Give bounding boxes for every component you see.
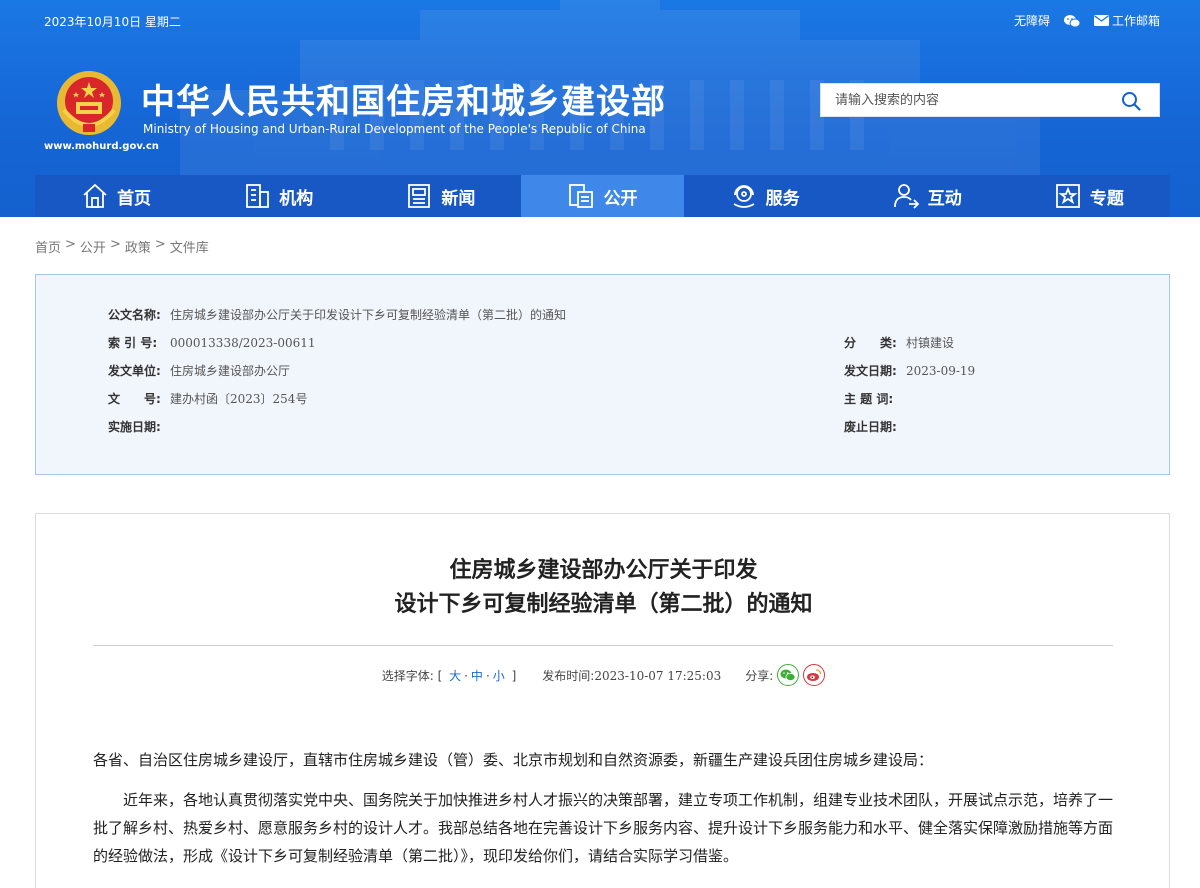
font-size-selector: 选择字体: [ 大 · 中 · 小 ]: [382, 667, 517, 684]
interaction-icon: [893, 184, 920, 209]
info-expire-date: 废止日期:: [844, 418, 906, 435]
nav-label: 新闻: [441, 188, 476, 209]
article-body: 各省、自治区住房城乡建设厅，直辖市住房城乡建设（管）委、北京市规划和自然资源委，…: [93, 746, 1115, 882]
nav-label: 公开: [603, 188, 638, 209]
info-issuer: 发文单位: 住房城乡建设部办公厅: [108, 362, 290, 379]
share-label: 分享:: [745, 668, 774, 683]
nav-label: 服务: [765, 188, 800, 209]
font-size-label: 选择字体:: [381, 668, 434, 683]
search-input[interactable]: [821, 84, 1101, 116]
news-icon: [408, 184, 431, 208]
wechat-icon[interactable]: [1063, 14, 1080, 28]
breadcrumb-policy[interactable]: 政策: [125, 237, 151, 256]
site-subtitle: Ministry of Housing and Urban-Rural Deve…: [143, 122, 646, 136]
breadcrumb-separator: >: [109, 237, 121, 252]
nav-item-service[interactable]: 服务: [684, 175, 846, 217]
nav-label: 专题: [1089, 188, 1124, 209]
breadcrumb-separator: >: [65, 237, 76, 252]
share-wechat-icon[interactable]: [777, 664, 800, 686]
nav-item-home[interactable]: 首页: [35, 175, 197, 217]
nav-item-interaction[interactable]: 互动: [846, 175, 1008, 217]
nav-item-disclosure[interactable]: 公开: [521, 175, 684, 217]
breadcrumb-separator: >: [154, 237, 166, 252]
info-category: 分 类: 村镇建设: [844, 334, 954, 351]
disclosure-icon: [569, 184, 594, 208]
info-label: 主 题 词:: [844, 392, 894, 406]
article-title-line1: 住房城乡建设部办公厅关于印发: [449, 558, 758, 583]
article-meta: 选择字体: [ 大 · 中 · 小 ] 发布时间:2023-10-07 17:25:03…: [36, 664, 1171, 686]
nav-label: 互动: [927, 188, 962, 209]
info-value: 住房城乡建设部办公厅: [170, 364, 291, 378]
nav-item-organization[interactable]: 机构: [197, 175, 359, 217]
breadcrumb-file-library[interactable]: 文件库: [170, 237, 209, 256]
info-doc-name: 公文名称: 住房城乡建设部办公厅关于印发设计下乡可复制经验清单（第二批）的通知: [108, 306, 566, 323]
nav-label: 机构: [279, 188, 314, 209]
accessibility-link[interactable]: 无障碍: [1014, 12, 1050, 29]
article-paragraph: 近年来，各地认真贯彻落实党中央、国务院关于加快推进乡村人才振兴的决策部署，建立专…: [93, 791, 1114, 865]
info-label: 公文名称:: [108, 308, 161, 322]
nav-label: 首页: [117, 188, 152, 209]
article-title-line2: 设计下乡可复制经验清单（第二批）的通知: [394, 592, 813, 617]
font-bracket-close: ]: [511, 668, 517, 683]
font-separator: ·: [485, 668, 490, 683]
info-effective-date: 实施日期:: [108, 418, 170, 435]
info-label: 发文单位:: [108, 364, 161, 378]
service-icon: [733, 185, 755, 208]
site-url: www.mohurd.gov.cn: [44, 141, 159, 152]
info-label: 实施日期:: [108, 420, 161, 434]
work-mail-link[interactable]: 工作邮箱: [1093, 12, 1160, 29]
current-date: 2023年10月10日 星期二: [44, 15, 181, 29]
title-divider: [93, 645, 1113, 646]
mail-icon: [1093, 15, 1109, 26]
home-icon: [83, 183, 107, 208]
search-box: [820, 83, 1160, 117]
nav-item-news[interactable]: 新闻: [359, 175, 521, 217]
main-nav: 首页 机构 新闻 公开 服务 互动 专题: [35, 175, 1170, 217]
building-icon: [246, 184, 270, 208]
breadcrumb: 首页 > 公开 > 政策 > 文件库: [35, 237, 209, 256]
info-label: 发文日期:: [844, 364, 897, 378]
info-doc-number: 文 号: 建办村函〔2023〕254号: [108, 390, 307, 407]
article-paragraph: 各省、自治区住房城乡建设厅，直辖市住房城乡建设（管）委、北京市规划和自然资源委，…: [93, 751, 934, 769]
publish-time: 2023-10-07 17:25:03: [594, 668, 722, 683]
top-bar: 2023年10月10日 星期二 无障碍 工作邮箱: [0, 0, 1200, 40]
font-medium-button[interactable]: 中: [471, 669, 483, 683]
info-value: 建办村函〔2023〕254号: [170, 392, 308, 406]
font-separator: ·: [464, 668, 468, 683]
info-value: 2023-09-19: [906, 363, 976, 378]
work-mail-label: 工作邮箱: [1111, 14, 1160, 28]
publish-label: 发布时间:: [542, 668, 595, 683]
info-value: 住房城乡建设部办公厅关于印发设计下乡可复制经验清单（第二批）的通知: [170, 308, 567, 322]
font-large-button[interactable]: 大: [449, 669, 461, 683]
info-index: 索 引 号: 000013338/2023-00611: [108, 334, 316, 351]
info-value: 000013338/2023-00611: [170, 335, 316, 350]
font-small-button[interactable]: 小: [493, 669, 505, 683]
search-icon[interactable]: [1121, 91, 1141, 111]
document-info-box: 公文名称: 住房城乡建设部办公厅关于印发设计下乡可复制经验清单（第二批）的通知 …: [35, 274, 1170, 475]
national-emblem-icon: [57, 71, 121, 135]
info-label: 文 号:: [108, 392, 161, 406]
info-label: 分 类:: [844, 336, 897, 350]
info-issue-date: 发文日期: 2023-09-19: [844, 362, 975, 379]
top-bar-links: 无障碍 工作邮箱: [1014, 12, 1160, 29]
nav-item-topics[interactable]: 专题: [1008, 175, 1170, 217]
publish-info: 发布时间:2023-10-07 17:25:03: [542, 667, 721, 684]
topic-star-icon: [1056, 184, 1080, 208]
info-keywords: 主 题 词:: [844, 390, 906, 407]
breadcrumb-disclosure[interactable]: 公开: [80, 237, 106, 256]
info-value: 村镇建设: [906, 336, 955, 350]
share-weibo-icon[interactable]: [803, 664, 826, 686]
info-label: 废止日期:: [844, 420, 897, 434]
breadcrumb-home[interactable]: 首页: [35, 237, 61, 256]
font-bracket-open: [: [437, 668, 443, 683]
article-panel: 住房城乡建设部办公厅关于印发 设计下乡可复制经验清单（第二批）的通知 选择字体:…: [35, 513, 1170, 888]
site-title: 中华人民共和国住房和城乡建设部: [141, 82, 666, 122]
info-label: 索 引 号:: [108, 336, 158, 350]
